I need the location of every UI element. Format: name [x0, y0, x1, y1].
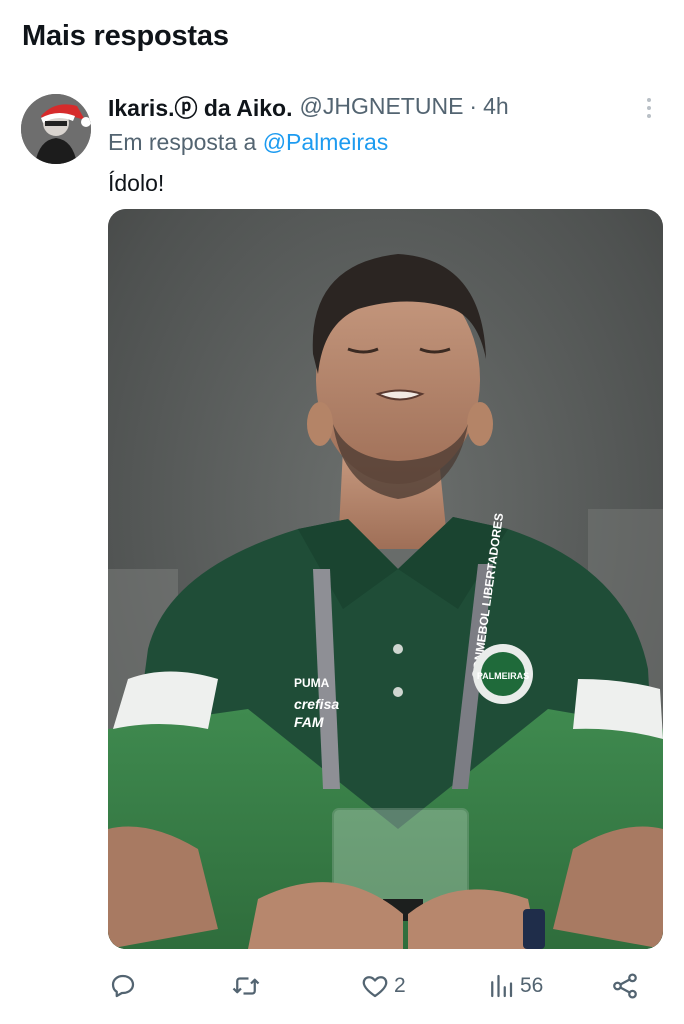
like-count: 2: [394, 974, 406, 997]
avatar-image: [21, 94, 91, 164]
share-icon: [613, 973, 637, 999]
shirt-sponsor-text: crefisa: [294, 696, 339, 712]
user-handle[interactable]: @JHGNETUNE: [300, 93, 464, 120]
more-options-icon[interactable]: [640, 96, 658, 120]
tweet-media-photo[interactable]: CONMEBOL LIBERTADORES PUMA crefisa FAM P…: [108, 209, 663, 949]
avatar[interactable]: [21, 94, 91, 164]
separator-dot: ·: [469, 92, 478, 119]
section-title: Mais respostas: [22, 20, 229, 52]
reply-mention-link[interactable]: @Palmeiras: [263, 129, 389, 155]
reply-button[interactable]: [108, 966, 138, 1006]
shirt-brand-text: PUMA: [294, 676, 330, 690]
reply-context: Em resposta a @Palmeiras: [108, 129, 388, 156]
reply-icon: [111, 974, 135, 998]
like-button[interactable]: 2: [360, 966, 406, 1006]
tweet-time[interactable]: 4h: [483, 93, 509, 120]
photo-image: CONMEBOL LIBERTADORES PUMA crefisa FAM P…: [108, 209, 663, 949]
views-count: 56: [520, 974, 544, 997]
retweet-button[interactable]: [230, 966, 262, 1006]
reply-prefix: Em resposta a: [108, 129, 257, 155]
heart-icon: [362, 976, 388, 998]
tweet-text: Ídolo!: [108, 170, 165, 196]
shirt-sponsor-text-2: FAM: [294, 714, 324, 730]
retweet-icon: [232, 977, 260, 995]
tweet-header: Ikaris.ⓟ da Aiko. @JHGNETUNE · 4h: [108, 90, 509, 122]
views-button[interactable]: 56: [486, 966, 543, 1006]
crest-text: PALMEIRAS: [477, 671, 529, 681]
views-icon: [491, 974, 513, 998]
tweet-actions: 2 56: [108, 966, 663, 1006]
display-name[interactable]: Ikaris.ⓟ da Aiko.: [108, 89, 293, 123]
share-button[interactable]: [610, 966, 640, 1006]
